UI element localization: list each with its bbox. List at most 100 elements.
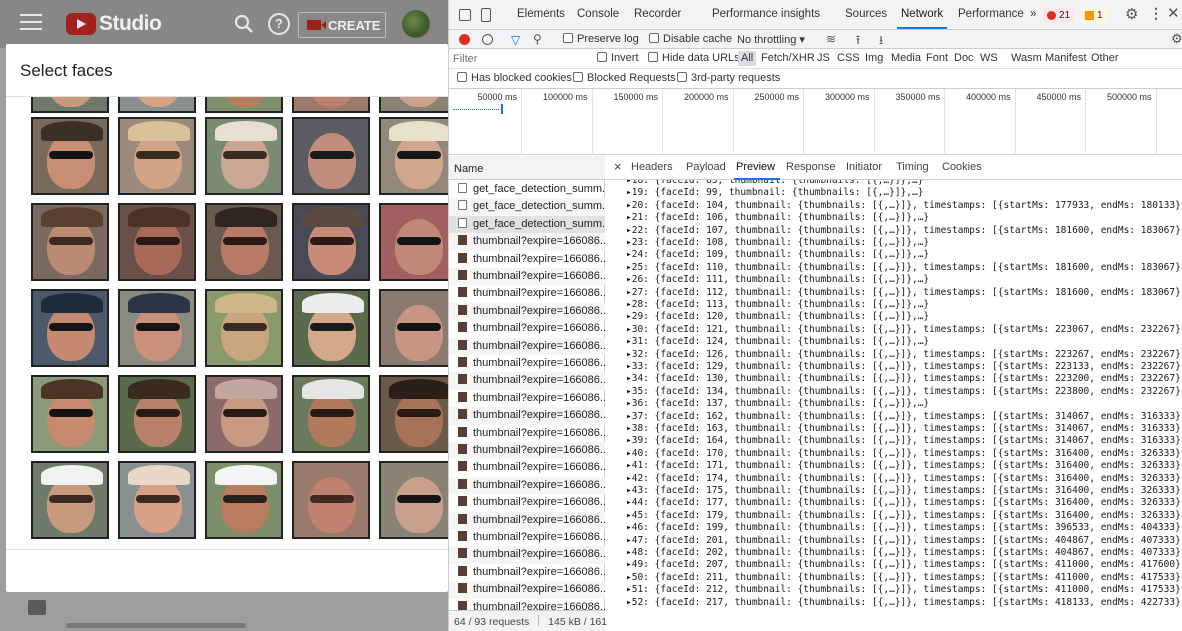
has-blocked-cookies-checkbox[interactable]: Has blocked cookies [457,72,572,84]
third-party-requests-checkbox[interactable]: 3rd-party requests [677,72,780,84]
hide-data-urls-checkbox[interactable]: Hide data URLs [648,52,740,64]
settings-gear-icon[interactable]: ⚙ [1125,5,1138,23]
preview-entry[interactable]: ▸52: {faceId: 217, thumbnail: {thumbnail… [626,594,1182,611]
request-row[interactable]: thumbnail?expire=166086... [449,337,605,355]
face-thumbnail[interactable] [379,203,448,281]
face-thumbnail[interactable] [31,203,109,281]
face-thumbnail[interactable] [379,97,448,113]
face-thumbnail[interactable] [31,289,109,367]
request-row[interactable]: thumbnail?expire=166086... [449,581,605,599]
more-options-icon[interactable]: ⋮ [1149,5,1163,22]
face-thumbnail[interactable] [205,203,283,281]
face-thumbnail[interactable] [31,117,109,195]
face-thumbnail[interactable] [118,461,196,539]
face-thumbnail[interactable] [31,375,109,453]
filter-icon[interactable]: ▽ [511,33,520,47]
face-thumbnail[interactable] [379,461,448,539]
detail-tab-timing[interactable]: Timing [896,161,929,173]
face-thumbnail[interactable] [118,203,196,281]
request-row[interactable]: thumbnail?expire=166086... [449,390,605,407]
face-thumbnail[interactable] [292,203,370,281]
face-thumbnail[interactable] [118,375,196,453]
face-thumbnail[interactable] [118,289,196,367]
request-row[interactable]: thumbnail?expire=166086... [449,251,605,268]
request-row[interactable]: thumbnail?expire=166086... [449,268,605,286]
request-row[interactable]: thumbnail?expire=166086... [449,302,605,321]
request-row[interactable]: thumbnail?expire=166086... [449,546,605,564]
type-filter-doc[interactable]: Doc [954,52,974,64]
request-row[interactable]: thumbnail?expire=166086... [449,407,605,425]
detail-tab-cookies[interactable]: Cookies [942,161,982,173]
tab-sources[interactable]: Sources [845,8,887,20]
filter-input[interactable] [453,51,589,67]
request-row[interactable]: thumbnail?expire=166086... [449,442,605,460]
tab-performance-insights[interactable]: Performance insights [712,8,820,20]
face-thumbnail[interactable] [292,97,370,113]
clear-icon[interactable] [482,34,493,45]
request-row[interactable]: thumbnail?expire=166086... [449,372,605,390]
tab-recorder[interactable]: Recorder [634,8,681,20]
close-icon[interactable]: ✕ [1167,4,1180,22]
face-thumbnail[interactable] [205,461,283,539]
request-row[interactable]: thumbnail?expire=166086... [449,285,605,302]
tab-console[interactable]: Console [577,8,619,20]
face-thumbnail[interactable] [205,375,283,453]
type-filter-js[interactable]: JS [817,52,830,64]
tab-network[interactable]: Network [901,8,943,20]
face-thumbnail[interactable] [379,117,448,195]
detail-tab-headers[interactable]: Headers [631,161,673,173]
throttling-select[interactable]: No throttling ▾ [737,33,805,46]
inspect-element-icon[interactable] [459,9,471,21]
face-thumbnail[interactable] [118,117,196,195]
close-detail-icon[interactable]: × [614,159,622,174]
request-row[interactable]: thumbnail?expire=166086... [449,529,605,546]
type-filter-ws[interactable]: WS [980,52,998,64]
face-thumbnail[interactable] [31,461,109,539]
studio-logo[interactable]: Studio [66,11,162,37]
disable-cache-checkbox[interactable]: Disable cache [649,33,732,45]
tab-elements[interactable]: Elements [517,8,565,20]
request-row[interactable]: thumbnail?expire=166086... [449,494,605,511]
request-row[interactable]: thumbnail?expire=166086... [449,425,605,442]
face-thumbnail[interactable] [205,97,283,113]
request-row[interactable]: thumbnail?expire=166086... [449,459,605,476]
detail-tab-payload[interactable]: Payload [686,161,726,173]
detail-tab-response[interactable]: Response [786,161,836,173]
type-filter-manifest[interactable]: Manifest [1045,52,1087,64]
create-button[interactable]: CREATE [298,12,386,38]
search-icon[interactable] [233,13,255,35]
face-thumbnail[interactable] [118,97,196,113]
tab--[interactable]: » [1030,8,1036,20]
type-filter-media[interactable]: Media [891,52,921,64]
face-thumbnail[interactable] [31,97,109,113]
record-icon[interactable] [459,34,470,45]
request-row[interactable]: get_face_detection_summ... [449,198,605,216]
face-thumbnail[interactable] [292,461,370,539]
request-row[interactable]: get_face_detection_summ... [449,181,605,198]
horizontal-scrollbar[interactable] [66,623,246,628]
type-filter-img[interactable]: Img [865,52,883,64]
request-row[interactable]: thumbnail?expire=166086... [449,355,605,372]
invert-checkbox[interactable]: Invert [597,52,639,64]
network-conditions-icon[interactable]: ≋ [826,32,836,46]
request-row[interactable]: get_face_detection_summ... [449,215,605,234]
face-thumbnail[interactable] [292,117,370,195]
face-thumbnail[interactable] [205,289,283,367]
search-icon[interactable]: ⚲ [533,32,542,46]
face-thumbnail[interactable] [292,375,370,453]
face-thumbnail[interactable] [292,289,370,367]
warning-count-badge[interactable]: 1 [1081,7,1107,23]
type-filter-css[interactable]: CSS [837,52,860,64]
type-filter-fetch-xhr[interactable]: Fetch/XHR [761,52,815,64]
network-settings-icon[interactable]: ⚙ [1171,31,1182,47]
request-row[interactable]: thumbnail?expire=166086... [449,564,605,581]
request-row[interactable]: thumbnail?expire=166086... [449,233,605,251]
name-column-header[interactable]: Name [449,156,605,180]
network-overview-timeline[interactable]: 50000 ms 100000 ms 150000 ms 200000 ms 25000… [449,89,1182,155]
detail-tab-preview[interactable]: Preview [736,161,775,173]
request-row[interactable]: thumbnail?expire=166086... [449,476,605,495]
error-count-badge[interactable]: 21 [1043,7,1075,23]
request-row[interactable]: thumbnail?expire=166086... [449,511,605,529]
type-filter-other[interactable]: Other [1091,52,1119,64]
type-filter-font[interactable]: Font [926,52,948,64]
